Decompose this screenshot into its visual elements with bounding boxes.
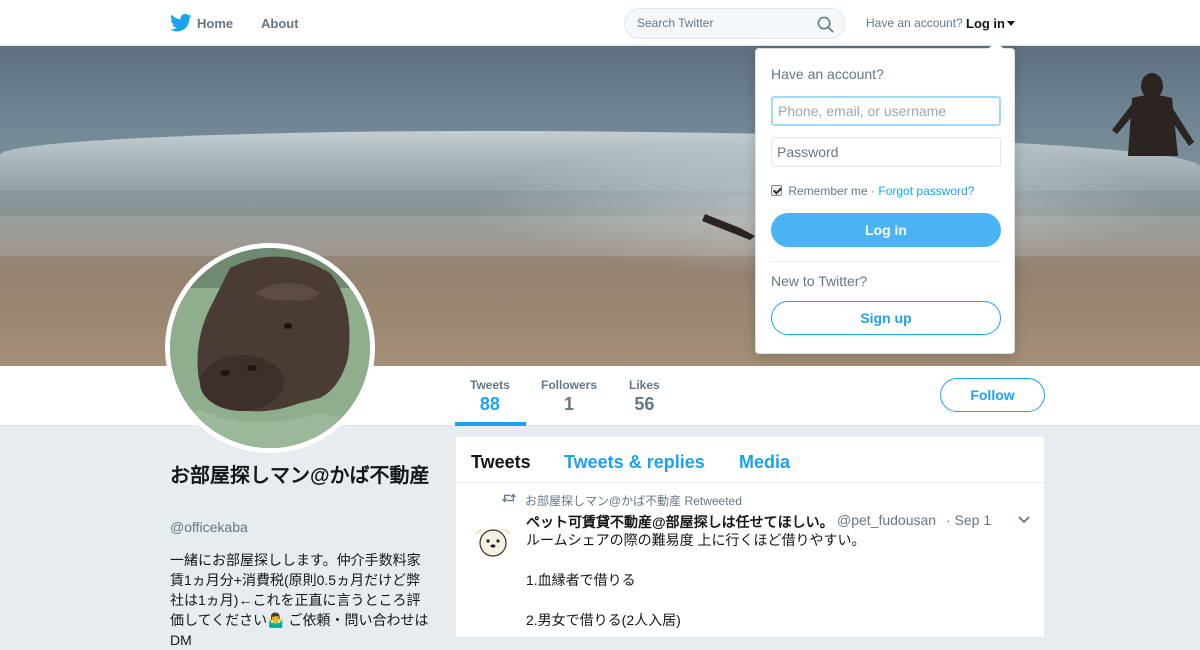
remember-me-label[interactable]: Remember me · [788,184,875,198]
stat-label: Likes [629,378,660,392]
tab-tweets[interactable]: Tweets [471,452,531,473]
stat-followers[interactable]: Followers 1 [541,378,597,415]
tweet-text: ルームシェアの際の難易度 上に行くほど借りやすい。 1.血縁者で借りる 2.男女… [526,532,866,628]
tweet-author-name[interactable]: ペット可賃貸不動産@部屋探しは任せてほしい。 [526,512,834,532]
timeline-tabs: Tweets Tweets & replies Media [456,437,1044,483]
dropdown-divider [771,261,1001,262]
profile-name: お部屋探しマン@かば不動産 [170,465,430,487]
tweet-author-handle[interactable]: @pet_fudousan [837,512,936,528]
stat-likes[interactable]: Likes 56 [629,378,660,415]
dropdown-title: Have an account? [771,66,884,82]
login-dropdown-toggle[interactable]: Log in [966,16,1005,31]
nav-about-link[interactable]: About [261,16,299,31]
retweet-icon [502,493,516,503]
profile-avatar[interactable] [165,243,375,453]
hippo-photo [170,248,370,448]
stat-label: Tweets [470,378,510,392]
search-box[interactable] [624,8,845,39]
tweet-timestamp[interactable]: · Sep 1 [946,512,991,528]
follow-button[interactable]: Follow [940,378,1045,412]
stat-value: 1 [564,394,575,414]
login-button[interactable]: Log in [771,213,1001,247]
have-account-text: Have an account? [866,16,963,30]
search-icon[interactable] [817,16,834,33]
profile-handle[interactable]: @officekaba [170,519,248,535]
search-input[interactable] [637,16,807,30]
nav-home-link[interactable]: Home [197,16,233,31]
active-stat-underline [455,422,526,426]
top-navigation-bar: Home About Have an account? Log in [0,0,1200,46]
chevron-down-icon[interactable] [1007,21,1015,26]
password-field[interactable] [771,137,1001,167]
stat-value: 88 [479,394,500,414]
login-dropdown: Have an account? Remember me · Forgot pa… [755,41,1015,354]
twitter-bird-icon[interactable] [170,13,192,33]
tweet-author-avatar[interactable] [469,515,517,563]
remember-me-row: Remember me · Forgot password? [771,184,974,198]
remember-me-checkbox[interactable] [771,185,782,196]
tab-media[interactable]: Media [739,452,790,473]
stat-tweets[interactable]: Tweets 88 [470,378,510,415]
dropdown-arrow [988,41,1004,49]
retweet-context[interactable]: お部屋探しマン@かば不動産 Retweeted [525,492,742,509]
dog-avatar-image [469,515,517,563]
profile-bio: 一緒にお部屋探しします。仲介手数料家賃1ヵ月分+消費税(原則0.5ヵ月だけど弊社… [170,552,429,648]
forgot-password-link[interactable]: Forgot password? [878,184,974,198]
chevron-down-icon[interactable] [1018,516,1030,524]
username-field[interactable] [771,96,1001,126]
timeline: Tweets Tweets & replies Media お部屋探しマン@かば… [456,437,1044,637]
tab-tweets-replies[interactable]: Tweets & replies [564,452,705,473]
new-to-twitter-text: New to Twitter? [771,273,868,289]
stat-value: 56 [634,394,655,414]
signup-button[interactable]: Sign up [771,301,1001,335]
stat-label: Followers [541,378,598,392]
